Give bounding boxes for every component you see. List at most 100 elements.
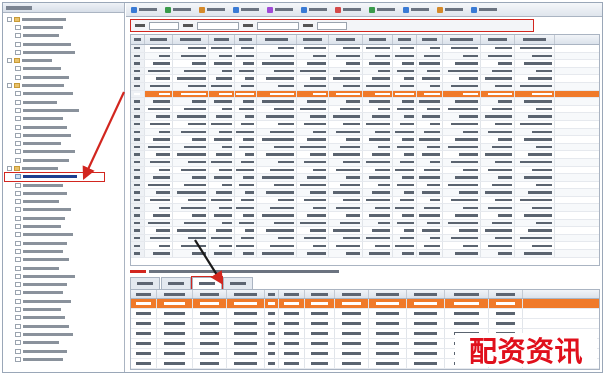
table-row[interactable] [131,52,599,61]
tree-node[interactable] [5,156,124,164]
table-row[interactable] [131,82,599,91]
table-row[interactable] [131,189,599,197]
tb-button-7[interactable] [333,5,363,15]
tb-button-8[interactable] [367,5,397,15]
column-header[interactable] [297,35,329,44]
column-header[interactable] [131,35,145,44]
table-row[interactable] [131,227,599,235]
column-header[interactable] [335,290,369,298]
tree-node[interactable] [5,214,124,222]
table-row[interactable] [131,196,599,205]
tree-node[interactable] [5,272,124,280]
tree-node[interactable] [5,314,124,322]
table-row[interactable] [131,151,599,159]
tb-button-5[interactable] [265,5,295,15]
filter-end-date[interactable] [257,21,299,30]
column-header[interactable] [173,35,209,44]
tree-node[interactable] [4,171,105,182]
tree-node[interactable] [5,330,124,338]
detail-row[interactable] [131,319,599,329]
column-header[interactable] [227,290,265,298]
column-header[interactable] [481,35,515,44]
column-header[interactable] [417,35,443,44]
tree-node[interactable] [5,181,124,189]
column-header[interactable] [209,35,235,44]
tree-node[interactable] [5,90,124,98]
tree-node[interactable] [5,297,124,305]
table-row[interactable] [131,60,599,68]
expand-toggle-icon[interactable] [7,165,12,171]
tree-node[interactable] [5,106,124,114]
tree-node[interactable] [5,164,124,172]
tree-node[interactable] [5,123,124,131]
tree-node[interactable] [5,131,124,139]
table-row[interactable] [131,120,599,129]
tree-node[interactable] [5,32,124,40]
table-row[interactable] [131,90,599,99]
tree-node[interactable] [5,239,124,247]
filter-type-select[interactable] [149,21,179,30]
tree-node[interactable] [5,56,124,64]
column-header[interactable] [363,35,393,44]
tree-node[interactable] [5,305,124,313]
tree-node[interactable] [5,322,124,330]
tree-node[interactable] [5,264,124,272]
tb-button-4[interactable] [231,5,261,15]
tree-node[interactable] [5,206,124,214]
tree-node[interactable] [5,15,124,23]
table-row[interactable] [131,219,599,228]
expand-toggle-icon[interactable] [7,16,12,22]
tree-node[interactable] [5,281,124,289]
tb-button-6[interactable] [299,5,329,15]
column-header[interactable] [329,35,363,44]
table-row[interactable] [131,204,599,213]
tree-node[interactable] [5,139,124,147]
column-header[interactable] [369,290,407,298]
column-header[interactable] [265,290,279,298]
tree-node[interactable] [5,222,124,230]
table-row[interactable] [131,136,599,144]
tb-button-9[interactable] [401,5,431,15]
table-row[interactable] [131,181,599,190]
column-header[interactable] [279,290,305,298]
tree-node[interactable] [5,198,124,206]
table-row[interactable] [131,234,599,243]
tree-node[interactable] [5,40,124,48]
table-row[interactable] [131,250,599,258]
table-row[interactable] [131,242,599,251]
tb-button-11[interactable] [469,5,499,15]
tree-node[interactable] [5,73,124,81]
column-header[interactable] [489,290,523,298]
column-header[interactable] [235,35,257,44]
expand-toggle-icon[interactable] [7,83,12,89]
table-row[interactable] [131,67,599,76]
tree-node[interactable] [5,23,124,31]
tree-node[interactable] [5,231,124,239]
column-header[interactable] [157,290,193,298]
table-row[interactable] [131,166,599,175]
tree-node[interactable] [5,81,124,89]
table-row[interactable] [131,105,599,114]
tree-node[interactable] [5,115,124,123]
tree-node[interactable] [5,339,124,347]
column-header[interactable] [305,290,335,298]
table-row[interactable] [131,158,599,167]
column-header[interactable] [257,35,297,44]
column-header[interactable] [515,35,555,44]
tree-node[interactable] [5,148,124,156]
expand-toggle-icon[interactable] [7,58,12,64]
tb-button-2[interactable] [163,5,193,15]
tree-node[interactable] [5,247,124,255]
tree-node[interactable] [5,48,124,56]
tree-node[interactable] [5,355,124,363]
tab-1[interactable] [130,277,160,289]
tab-3[interactable] [191,276,223,290]
column-header[interactable] [407,290,445,298]
table-row[interactable] [131,212,599,220]
column-header[interactable] [131,290,157,298]
column-header[interactable] [445,290,489,298]
tree-node[interactable] [5,98,124,106]
filter-mode-select[interactable] [317,21,347,30]
table-row[interactable] [131,45,599,53]
filter-start-date[interactable] [197,21,239,30]
